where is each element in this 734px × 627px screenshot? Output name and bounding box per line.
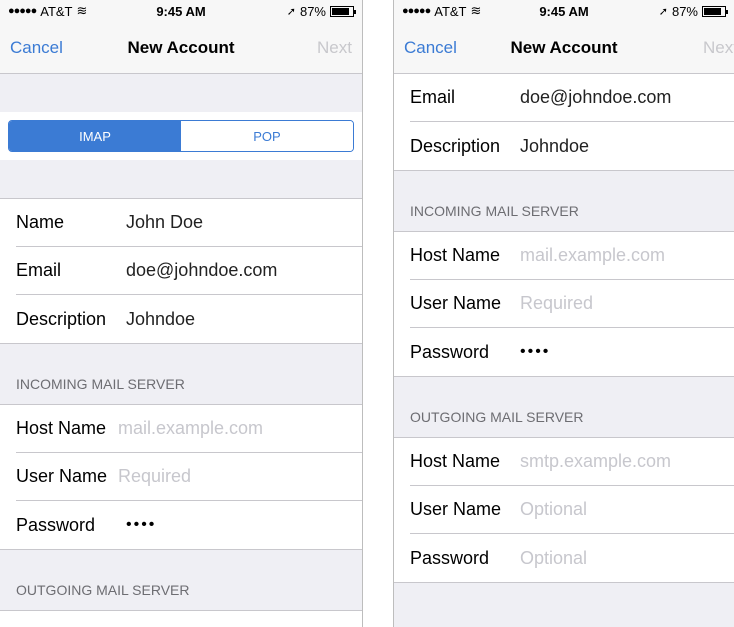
- status-bar: ●●●●● AT&T ≋ 9:45 AM ➚ 87%: [0, 0, 362, 22]
- incoming-host-input[interactable]: mail.example.com: [118, 418, 263, 439]
- incoming-section-header: INCOMING MAIL SERVER: [394, 171, 734, 231]
- email-field[interactable]: Email doe@johndoe.com: [16, 247, 362, 295]
- location-icon: ➚: [286, 5, 296, 18]
- description-field[interactable]: Description Johndoe: [410, 122, 734, 170]
- incoming-password-label: Password: [16, 514, 96, 535]
- segmented-control: IMAP POP: [8, 120, 354, 152]
- incoming-password-label: Password: [410, 341, 490, 362]
- email-value[interactable]: doe@johndoe.com: [520, 87, 671, 108]
- outgoing-user-input[interactable]: Optional: [520, 499, 587, 520]
- description-label: Description: [410, 135, 501, 156]
- wifi-icon: ≋: [76, 3, 88, 18]
- email-field[interactable]: Email doe@johndoe.com: [410, 74, 734, 122]
- outgoing-password-input[interactable]: Optional: [520, 548, 587, 569]
- incoming-password-input[interactable]: ••••: [126, 516, 156, 534]
- name-value[interactable]: John Doe: [126, 212, 203, 233]
- outgoing-section-header: OUTGOING MAIL SERVER: [394, 377, 734, 437]
- incoming-user-label: User Name: [16, 466, 108, 486]
- signal-icon: ●●●●●: [402, 5, 431, 17]
- description-label: Description: [16, 308, 107, 329]
- incoming-user-input[interactable]: Required: [118, 466, 191, 487]
- outgoing-host-field[interactable]: Host Name smtp.example.com: [410, 438, 734, 486]
- incoming-host-field[interactable]: Host Name mail.example.com: [16, 405, 362, 453]
- outgoing-user-field[interactable]: User Name Optional: [410, 486, 734, 534]
- status-bar: ●●●●● AT&T ≋ 9:45 AM ➚ 87%: [394, 0, 734, 22]
- outgoing-password-field[interactable]: Password Optional: [410, 534, 734, 582]
- navigation-bar: Cancel New Account Next: [0, 22, 362, 74]
- email-label: Email: [410, 87, 456, 107]
- description-value[interactable]: Johndoe: [520, 136, 589, 157]
- email-label: Email: [16, 260, 62, 280]
- incoming-user-label: User Name: [410, 293, 502, 313]
- account-type-picker: IMAP POP: [0, 112, 362, 160]
- location-icon: ➚: [658, 5, 668, 18]
- incoming-user-field[interactable]: User Name Required: [16, 453, 362, 501]
- incoming-section-header: INCOMING MAIL SERVER: [0, 344, 362, 404]
- outgoing-host-label: Host Name: [410, 451, 501, 471]
- account-info-group: Name John Doe Email doe@johndoe.com Desc…: [0, 198, 362, 344]
- next-button[interactable]: Next: [703, 38, 734, 58]
- name-label: Name: [16, 212, 65, 232]
- outgoing-password-label: Password: [410, 547, 490, 568]
- outgoing-server-group: Host Name smtp.example.com User Name Opt…: [394, 437, 734, 583]
- cancel-button[interactable]: Cancel: [10, 38, 63, 58]
- account-info-group: Email doe@johndoe.com Description Johndo…: [394, 74, 734, 171]
- battery-icon: [330, 5, 356, 17]
- carrier-label: AT&T: [434, 3, 467, 19]
- outgoing-server-group-partial: [0, 610, 362, 627]
- incoming-host-label: Host Name: [410, 245, 501, 265]
- carrier-label: AT&T: [40, 3, 73, 19]
- incoming-user-field[interactable]: User Name Required: [410, 280, 734, 328]
- incoming-server-group: Host Name mail.example.com User Name Req…: [394, 231, 734, 377]
- incoming-host-label: Host Name: [16, 418, 107, 438]
- screen-right: ●●●●● AT&T ≋ 9:45 AM ➚ 87% Cancel New Ac…: [393, 0, 734, 627]
- email-value[interactable]: doe@johndoe.com: [126, 260, 277, 281]
- incoming-host-field[interactable]: Host Name mail.example.com: [410, 232, 734, 280]
- navigation-bar: Cancel New Account Next: [394, 22, 734, 74]
- signal-icon: ●●●●●: [8, 5, 37, 17]
- segment-pop[interactable]: POP: [181, 121, 353, 151]
- incoming-server-group: Host Name mail.example.com User Name Req…: [0, 404, 362, 550]
- incoming-password-input[interactable]: ••••: [520, 343, 550, 361]
- next-button[interactable]: Next: [317, 38, 352, 58]
- screen-left: ●●●●● AT&T ≋ 9:45 AM ➚ 87% Cancel New Ac…: [0, 0, 363, 627]
- outgoing-host-input[interactable]: smtp.example.com: [520, 451, 671, 472]
- battery-percent: 87%: [671, 3, 698, 19]
- description-value[interactable]: Johndoe: [126, 309, 195, 330]
- incoming-password-field[interactable]: Password ••••: [410, 328, 734, 376]
- battery-icon: [702, 5, 728, 17]
- battery-percent: 87%: [299, 3, 326, 19]
- description-field[interactable]: Description Johndoe: [16, 295, 362, 343]
- incoming-host-input[interactable]: mail.example.com: [520, 245, 665, 266]
- cancel-button[interactable]: Cancel: [404, 38, 457, 58]
- outgoing-user-label: User Name: [410, 499, 502, 519]
- wifi-icon: ≋: [470, 3, 482, 18]
- segment-imap[interactable]: IMAP: [9, 121, 181, 151]
- incoming-password-field[interactable]: Password ••••: [16, 501, 362, 549]
- name-field[interactable]: Name John Doe: [16, 199, 362, 247]
- incoming-user-input[interactable]: Required: [520, 293, 593, 314]
- outgoing-section-header: OUTGOING MAIL SERVER: [0, 550, 362, 610]
